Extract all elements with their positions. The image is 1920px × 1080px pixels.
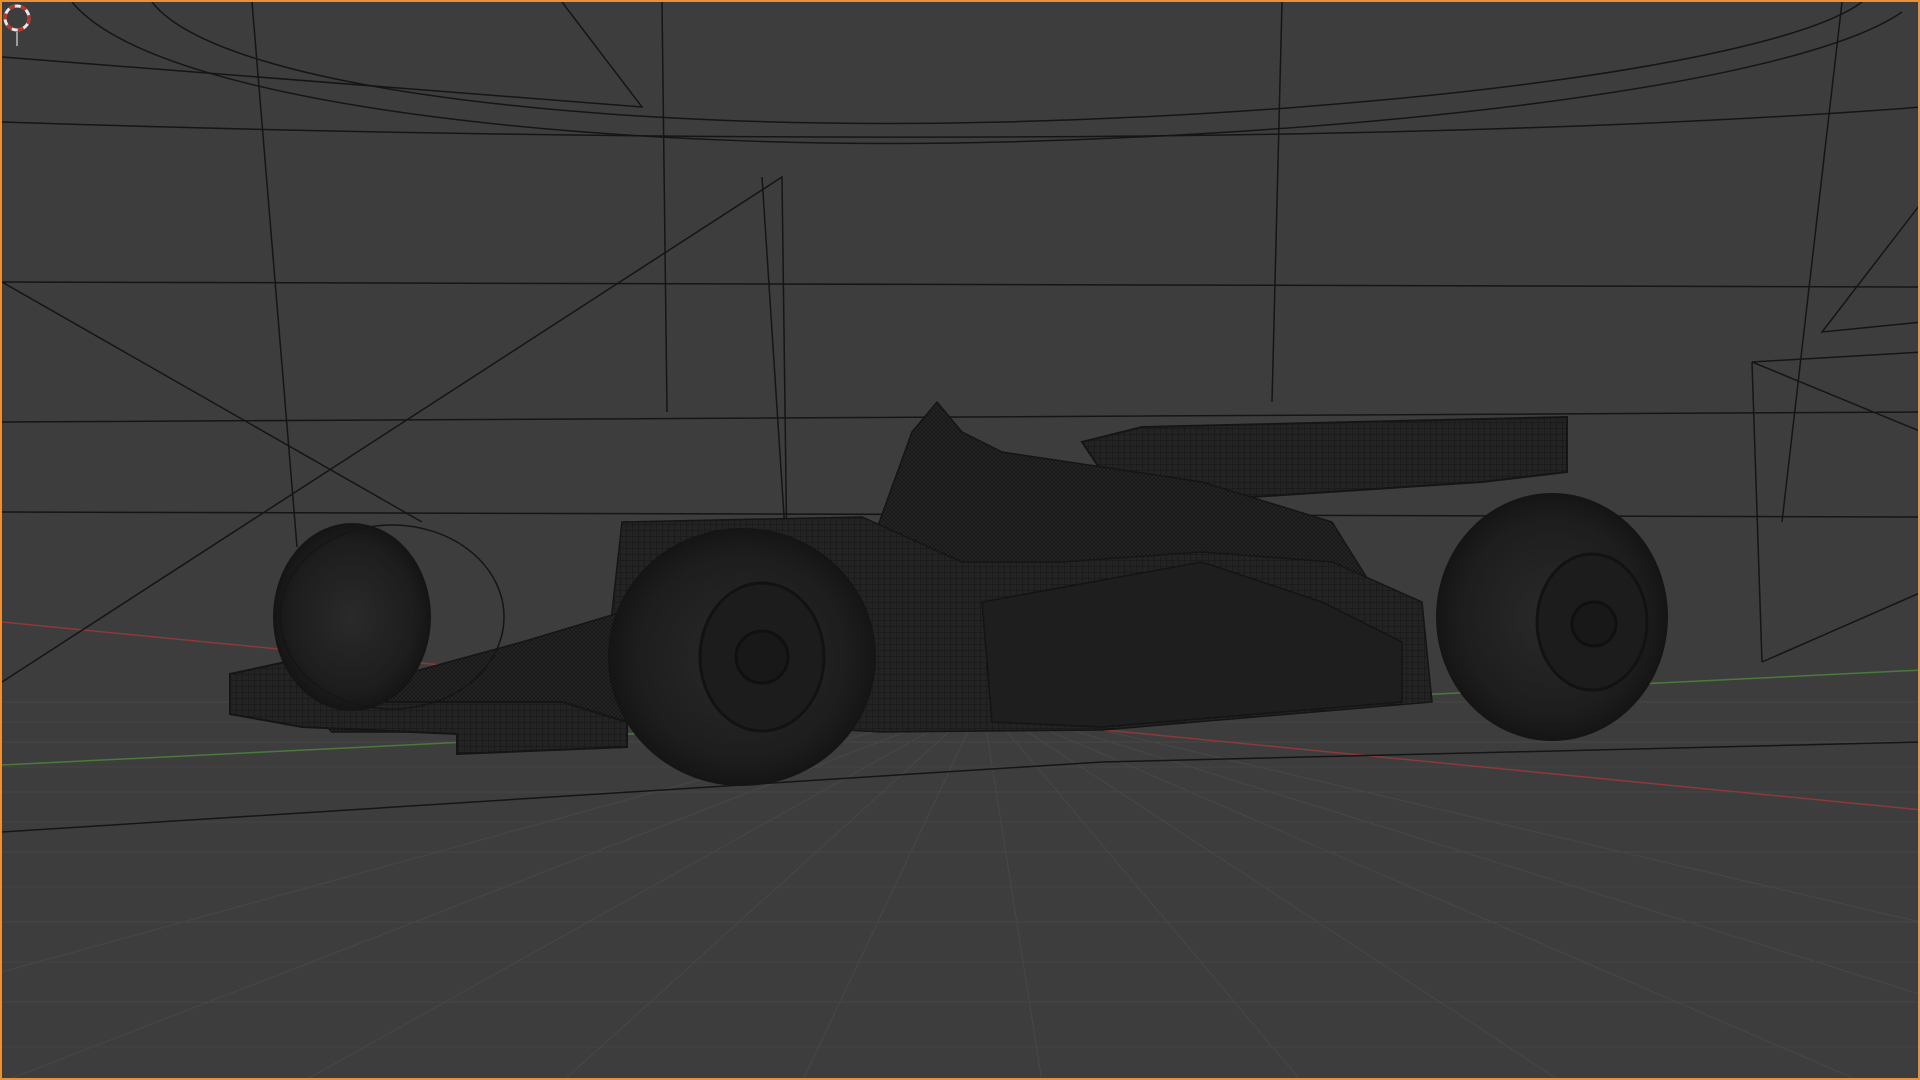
3d-cursor-icon[interactable] bbox=[2, 2, 36, 48]
front-tire-hub-center bbox=[734, 629, 790, 685]
floor-grid bbox=[2, 701, 1918, 1078]
race-car-mesh[interactable] bbox=[229, 400, 1668, 786]
viewport-canvas[interactable] bbox=[2, 2, 1920, 1080]
rear-right-tire-hub-center bbox=[1570, 600, 1618, 648]
rear-left-tire bbox=[273, 523, 431, 711]
3d-viewport[interactable] bbox=[0, 0, 1920, 1080]
